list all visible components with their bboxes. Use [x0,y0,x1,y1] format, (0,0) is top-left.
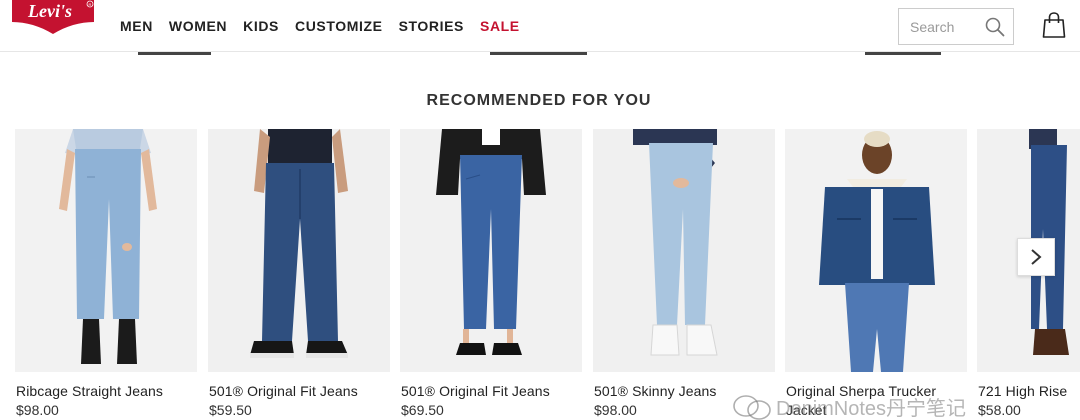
site-header: Levi's R MEN WOMEN KIDS CUSTOMIZE STORIE… [0,0,1080,52]
product-price: $98.00 [16,402,59,418]
levis-logo[interactable]: Levi's R [10,0,96,34]
main-nav: MEN WOMEN KIDS CUSTOMIZE STORIES SALE [120,18,520,34]
product-name[interactable]: 501® Original Fit Jeans [401,383,550,399]
section-title: RECOMMENDED FOR YOU [426,92,652,109]
chat-bubbles-icon [733,394,771,420]
search-box [898,8,1014,45]
search-icon[interactable] [985,17,1005,37]
product-image[interactable] [400,129,582,372]
shopping-bag-icon[interactable] [1042,12,1066,38]
product-name[interactable]: 501® Original Fit Jeans [209,383,358,399]
product-name[interactable]: 501® Skinny Jeans [594,383,717,399]
product-carousel: Ribcage Straight Jeans $98.00 501® Origi… [0,129,1080,420]
carousel-tab-indicator [490,52,587,55]
product-price: $59.50 [209,402,252,418]
nav-item-sale[interactable]: SALE [480,18,520,34]
product-name[interactable]: 721 High Rise [978,383,1067,399]
nav-item-kids[interactable]: KIDS [243,18,279,34]
nav-item-stories[interactable]: STORIES [399,18,464,34]
product-image[interactable] [785,129,967,372]
product-card[interactable]: 501® Original Fit Jeans $69.50 [400,129,582,420]
carousel-next-button[interactable] [1017,238,1055,276]
watermark: DenimNotes丹宁笔记 [732,392,966,420]
chevron-right-icon [1031,249,1042,265]
product-name[interactable]: Ribcage Straight Jeans [16,383,163,399]
product-price: $58.00 [978,402,1021,418]
logo-text: Levi's [27,1,72,21]
product-image[interactable] [208,129,390,372]
nav-item-women[interactable]: WOMEN [169,18,227,34]
carousel-tab-indicator [865,52,941,55]
product-image[interactable] [15,129,197,372]
product-image[interactable] [593,129,775,372]
search-input[interactable] [899,9,981,44]
carousel-tab-indicator [138,52,211,55]
product-card[interactable]: Ribcage Straight Jeans $98.00 [15,129,197,420]
product-card[interactable]: 501® Skinny Jeans $98.00 [593,129,775,420]
nav-item-customize[interactable]: CUSTOMIZE [295,18,383,34]
watermark-text: DenimNotes丹宁笔记 [776,398,967,420]
levis-logo-icon: Levi's R [12,0,94,34]
product-card[interactable]: Original Sherpa Trucker Jacket [785,129,967,420]
product-price: $69.50 [401,402,444,418]
nav-item-men[interactable]: MEN [120,18,153,34]
product-card[interactable]: 501® Original Fit Jeans $59.50 [208,129,390,420]
product-price: $98.00 [594,402,637,418]
svg-text:R: R [89,2,92,7]
